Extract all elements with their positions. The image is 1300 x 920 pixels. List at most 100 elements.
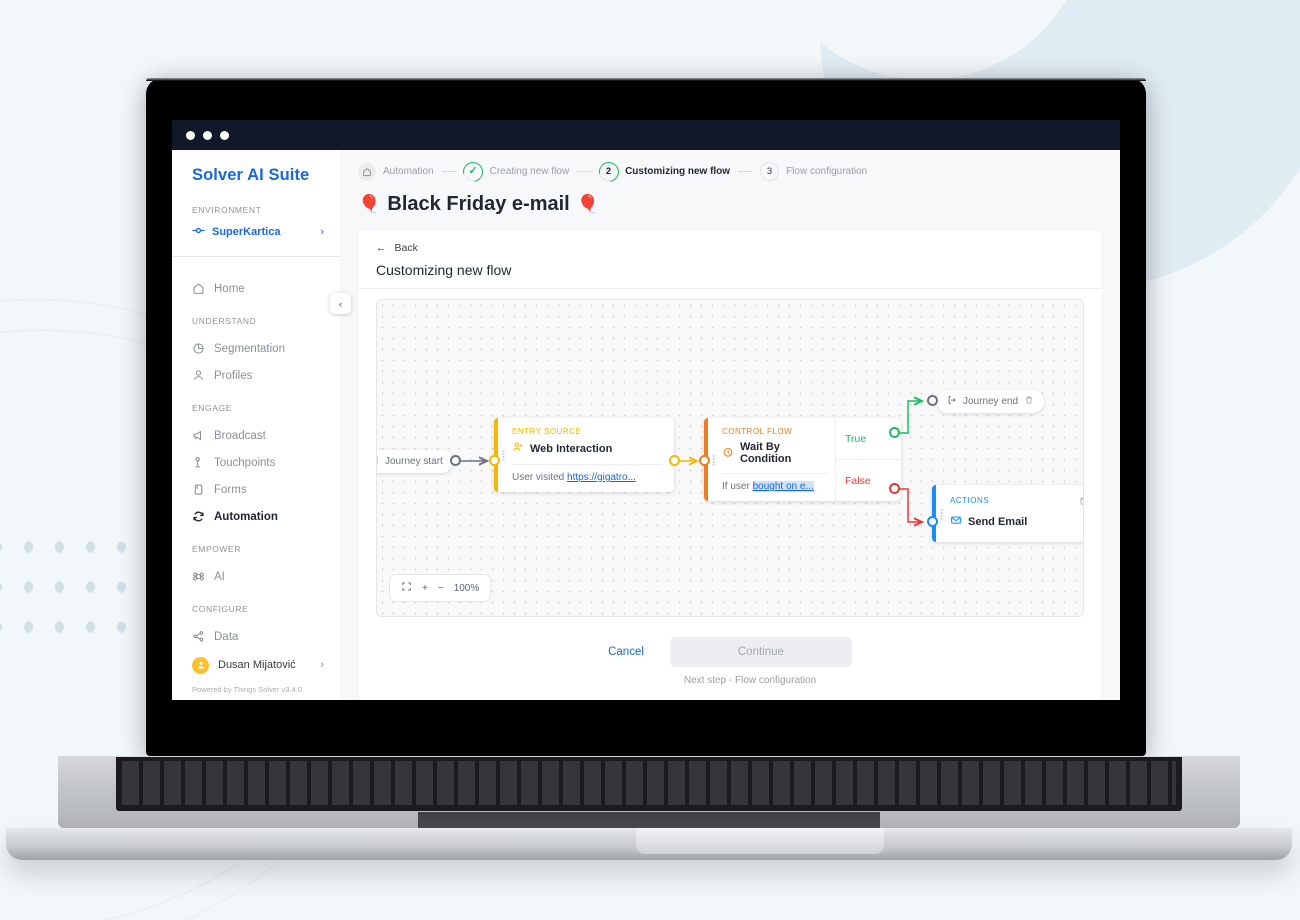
touch-icon	[192, 456, 205, 469]
step-customizing-new-flow[interactable]: 2 Customizing new flow	[599, 162, 730, 181]
sidebar-item-label: Data	[214, 630, 239, 643]
megaphone-icon	[192, 429, 205, 442]
step-flow-configuration[interactable]: 3 Flow configuration	[760, 162, 867, 181]
sidebar-item-label: Home	[214, 282, 245, 295]
sidebar-item-label: AI	[214, 570, 225, 583]
sidebar-item-broadcast[interactable]: Broadcast	[172, 422, 340, 449]
sidebar-item-forms[interactable]: Forms	[172, 476, 340, 503]
laptop-notch	[636, 828, 884, 854]
form-icon	[192, 483, 205, 496]
person-icon	[192, 369, 205, 382]
step-label: Customizing new flow	[625, 166, 731, 177]
step-creating-new-flow[interactable]: ✓ Creating new flow	[463, 162, 569, 181]
sidebar-item-label: Segmentation	[214, 342, 285, 355]
page-title: 🎈 Black Friday e-mail 🎈	[358, 181, 1102, 216]
actions-in-port[interactable]	[927, 516, 938, 527]
user-menu[interactable]: Dusan Mijatović ›	[172, 650, 340, 680]
enter-icon	[377, 455, 379, 468]
journey-end-node[interactable]: Journey end	[937, 390, 1045, 413]
page-title-text: Black Friday e-mail	[387, 193, 570, 215]
sidebar-item-ai[interactable]: AI	[172, 563, 340, 590]
breadcrumb-automation[interactable]: Automation	[358, 162, 434, 181]
flow-connectors	[461, 300, 1083, 616]
app-shell: Solver AI Suite ENVIRONMENT SuperKartica…	[172, 150, 1120, 700]
sidebar-item-automation[interactable]: Automation	[172, 503, 340, 530]
sidebar-footer: Dusan Mijatović › Powered by Things Solv…	[172, 650, 340, 700]
laptop-mockup: Solver AI Suite ENVIRONMENT SuperKartica…	[0, 0, 1300, 920]
step-number: 3	[766, 166, 773, 177]
sidebar-section-configure: CONFIGURE	[192, 604, 249, 614]
window-dot-maximize[interactable]	[220, 130, 229, 140]
journey-start-port[interactable]	[450, 455, 461, 466]
breadcrumb-stepper: Automation ✓ Creating new flow 2 Customi…	[358, 162, 1102, 181]
window-dot-minimize[interactable]	[203, 130, 212, 140]
balloon-icon-right: 🎈	[576, 194, 600, 214]
window-dot-close[interactable]	[186, 130, 195, 140]
sidebar-item-profiles[interactable]: Profiles	[172, 362, 340, 389]
sidebar-section-environment: ENVIRONMENT	[192, 205, 262, 215]
screen: Solver AI Suite ENVIRONMENT SuperKartica…	[172, 120, 1120, 700]
trash-icon[interactable]	[1024, 395, 1034, 408]
sidebar-section-empower: EMPOWER	[192, 544, 242, 554]
step-circle-2: 2	[599, 162, 619, 181]
exit-icon	[947, 395, 957, 408]
sidebar-section-understand: UNDERSTAND	[192, 316, 257, 326]
back-button[interactable]: ← Back	[358, 230, 1102, 254]
share-nodes-icon	[192, 630, 205, 643]
sidebar-item-home[interactable]: Home	[172, 275, 340, 302]
journey-end-label: Journey end	[963, 396, 1019, 407]
sidebar-item-segmentation[interactable]: Segmentation	[172, 335, 340, 362]
journey-start-node[interactable]: Journey start	[377, 450, 453, 473]
user-name: Dusan Mijatović	[218, 659, 296, 671]
refresh-icon	[192, 510, 205, 523]
sidebar-item-data[interactable]: Data	[172, 623, 340, 650]
control-flow-in-port[interactable]	[699, 455, 710, 466]
sidebar-item-label: Automation	[214, 510, 278, 523]
stepper-divider	[738, 171, 753, 172]
step-number: 2	[605, 166, 612, 177]
step-circle-3: 3	[760, 162, 780, 181]
control-flow-false-port[interactable]	[889, 483, 900, 494]
avatar	[192, 656, 209, 674]
step-circle-1: ✓	[463, 162, 483, 181]
keyboard-keys	[122, 761, 1176, 805]
environment-icon	[192, 224, 205, 240]
flow-canvas[interactable]: Journey start ENTRY SOURCE Web Interacti…	[376, 299, 1084, 617]
sidebar-item-label: Forms	[214, 483, 247, 496]
stepper-divider	[441, 171, 456, 172]
sidebar-environment-selector[interactable]: SuperKartica ›	[172, 224, 340, 240]
command-icon	[192, 570, 205, 583]
main-content: Automation ✓ Creating new flow 2 Customi…	[340, 150, 1120, 700]
next-step-hint: Next step - Flow configuration	[683, 675, 817, 686]
canvas-wrapper: Journey start ENTRY SOURCE Web Interacti…	[358, 289, 1102, 625]
journey-start-label: Journey start	[385, 456, 443, 467]
control-flow-true-port[interactable]	[889, 427, 900, 438]
entry-source-out-port[interactable]	[669, 455, 680, 466]
card-footer: Cancel Continue Next step - Flow configu…	[358, 625, 1102, 700]
sidebar-item-label: Profiles	[214, 369, 253, 382]
card-heading: Customizing new flow	[358, 254, 1102, 289]
check-icon: ✓	[468, 165, 478, 177]
chevron-left-icon: ‹	[339, 298, 342, 309]
breadcrumb-label: Automation	[383, 166, 434, 177]
sidebar-item-label: Broadcast	[214, 429, 266, 442]
laptop-keyboard	[116, 757, 1182, 811]
chevron-right-icon: ›	[320, 659, 324, 671]
home-icon	[192, 282, 205, 295]
back-label: Back	[394, 242, 418, 254]
continue-button[interactable]: Continue	[669, 637, 852, 667]
environment-name: SuperKartica	[212, 226, 281, 238]
sidebar-item-touchpoints[interactable]: Touchpoints	[172, 449, 340, 476]
brand-logo: Solver AI Suite	[192, 166, 310, 184]
journey-end-port[interactable]	[927, 395, 938, 406]
flow-editor-card: ← Back Customizing new flow Journey star…	[358, 230, 1102, 700]
browser-title-bar	[172, 120, 1120, 150]
stepper-divider	[577, 171, 592, 172]
entry-source-in-port[interactable]	[489, 455, 500, 466]
topbar: Automation ✓ Creating new flow 2 Customi…	[340, 150, 1120, 216]
sidebar: Solver AI Suite ENVIRONMENT SuperKartica…	[172, 150, 351, 700]
cancel-button[interactable]: Cancel	[608, 646, 644, 658]
arrow-left-icon: ←	[376, 242, 387, 254]
chevron-right-icon: ›	[320, 226, 324, 238]
sidebar-collapse-button[interactable]: ‹	[330, 293, 351, 314]
